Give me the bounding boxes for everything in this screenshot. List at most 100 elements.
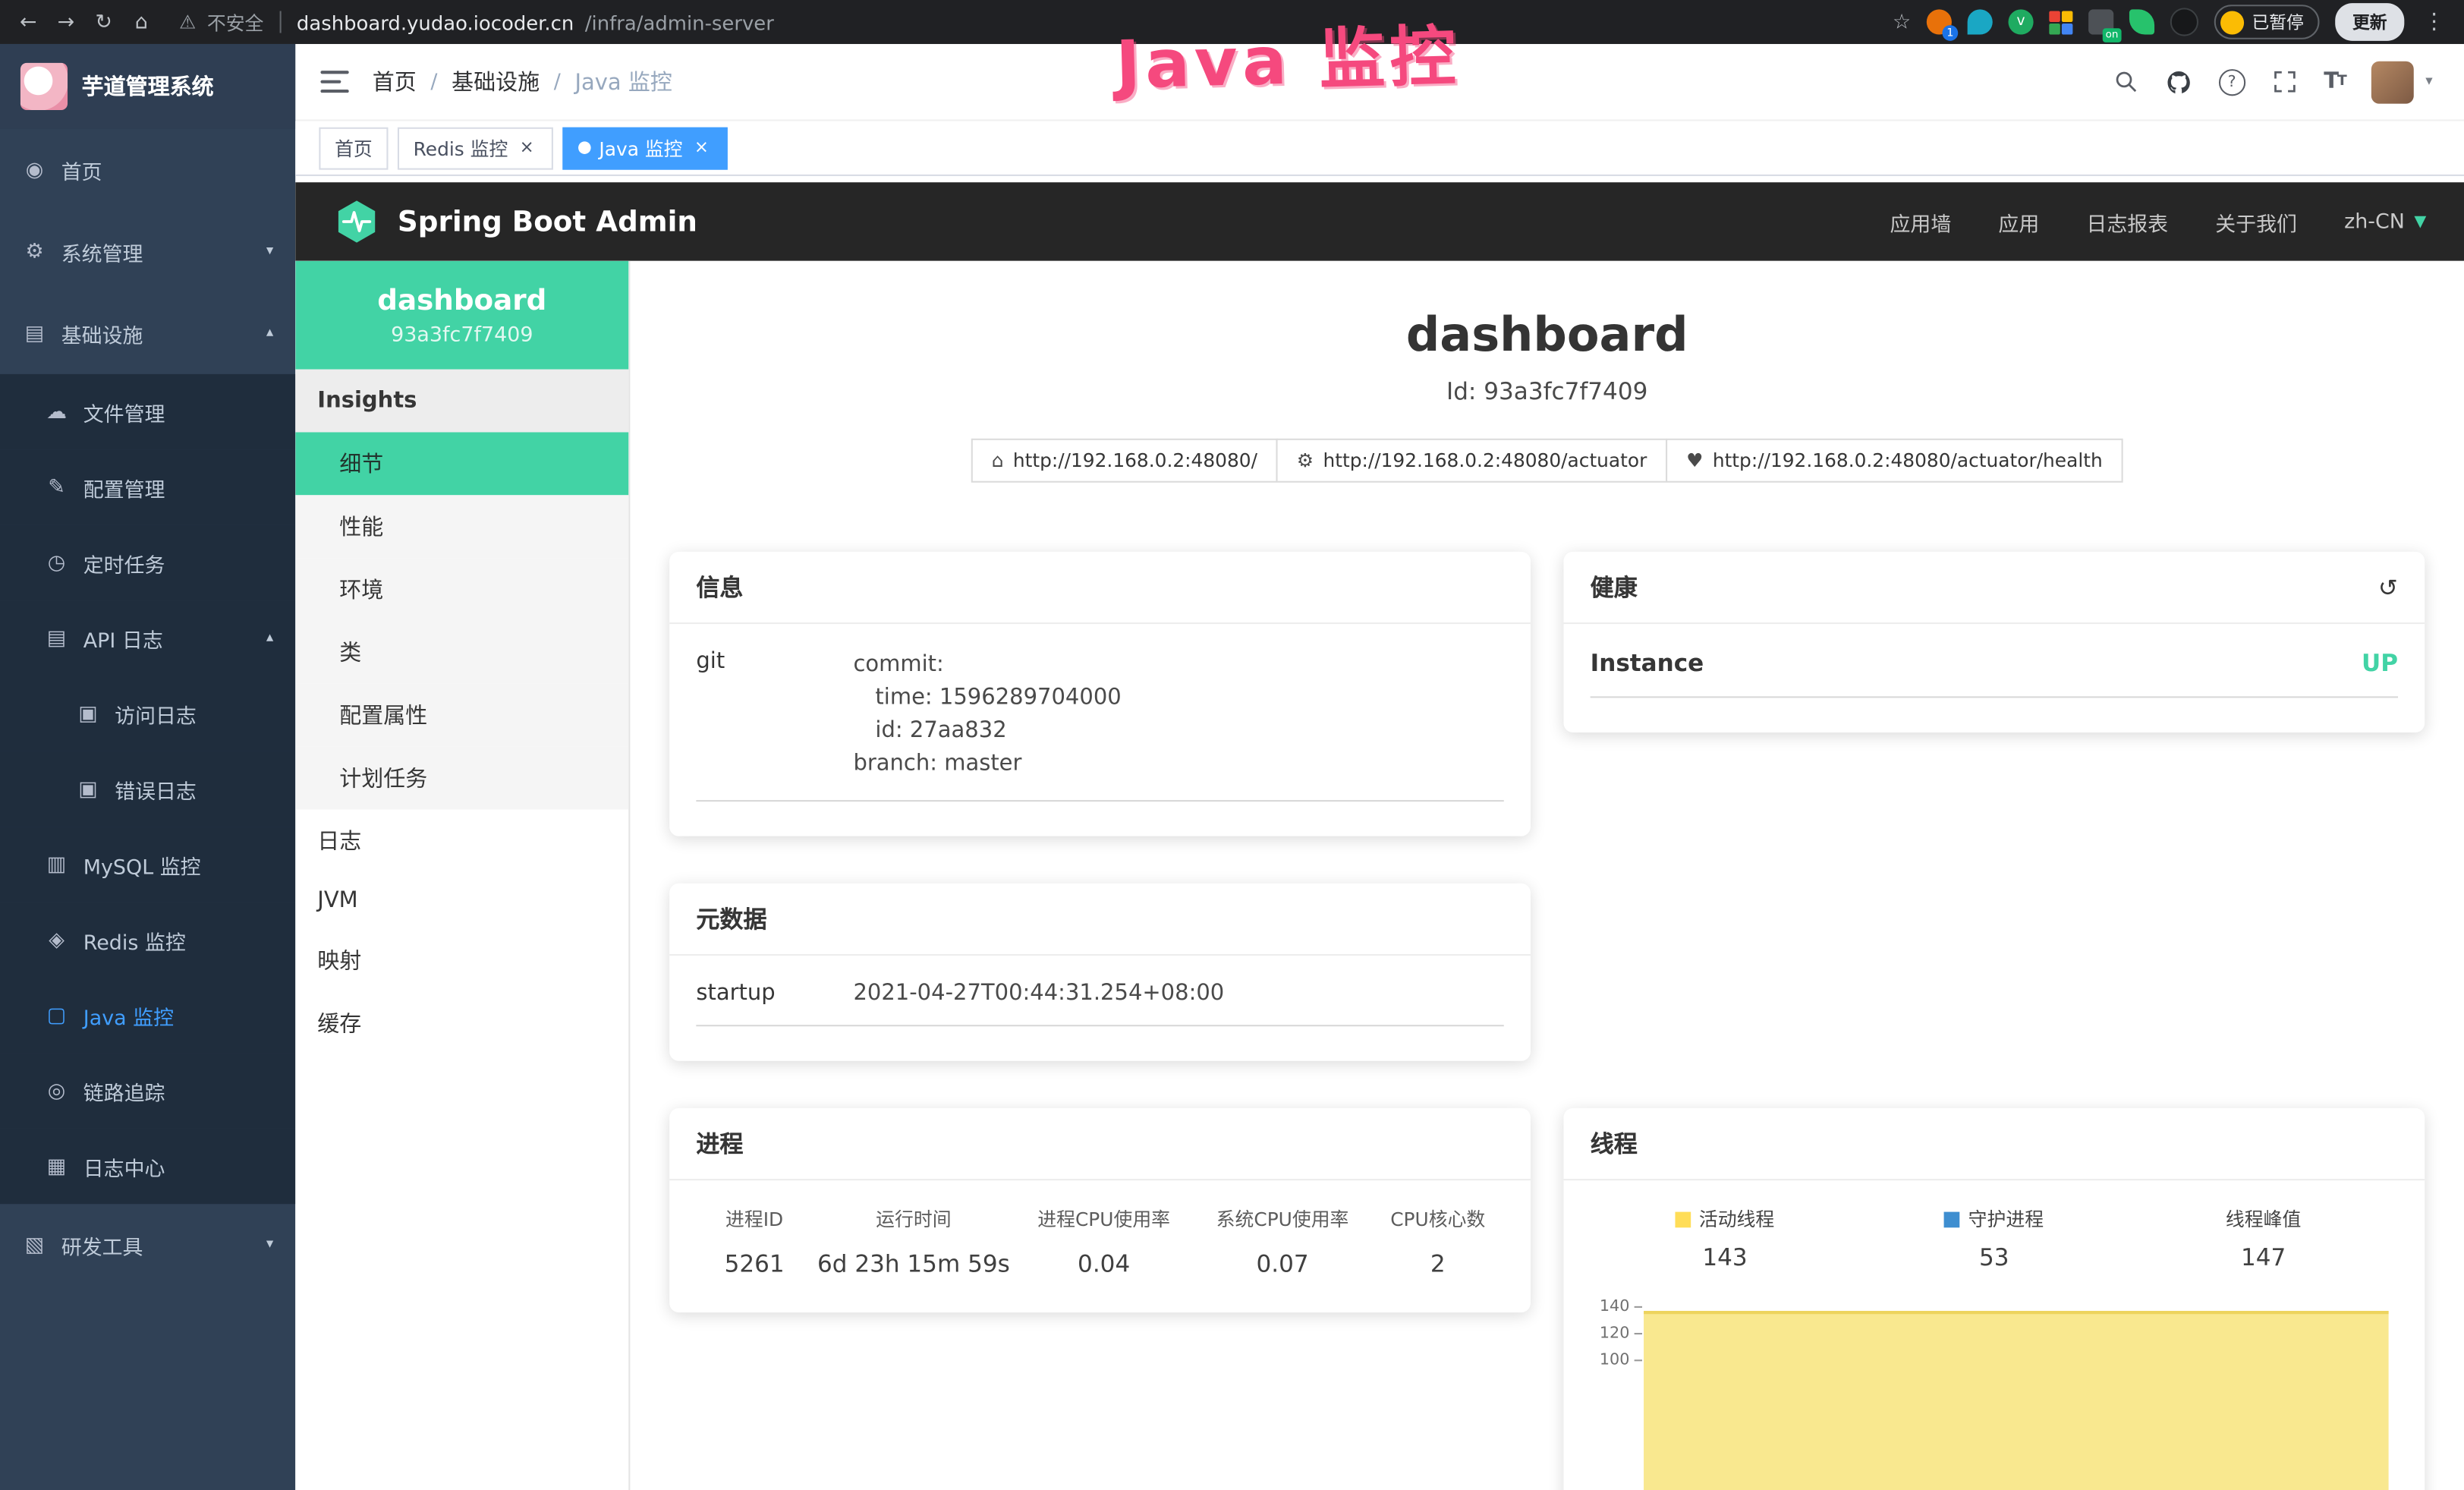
process-card-title: 进程	[669, 1108, 1531, 1180]
browser-menu-icon[interactable]: ⋮	[2420, 9, 2448, 34]
extension-icon-1[interactable]: 1	[1927, 9, 1952, 34]
extension-icon-4[interactable]: on	[2088, 9, 2113, 34]
sba-header: Spring Boot Admin 应用墙 应用 日志报表 关于我们 zh-CN…	[295, 182, 2464, 261]
sba-nav-config-props[interactable]: 配置属性	[295, 684, 628, 747]
sba-nav-details[interactable]: 细节	[295, 432, 628, 495]
bookmark-star-icon[interactable]: ☆	[1893, 10, 1911, 33]
paused-label: 已暂停	[2252, 9, 2303, 34]
extension-icon-3[interactable]: v	[2008, 9, 2033, 34]
fullscreen-icon[interactable]	[2272, 69, 2297, 94]
sba-nav-mappings[interactable]: 映射	[295, 929, 628, 992]
browser-toolbar-right: ☆ 1 v on 已暂停 更新 ⋮	[1893, 3, 2464, 41]
sba-nav-logs[interactable]: 日志	[295, 809, 628, 872]
git-commit-line: commit:	[853, 649, 1121, 682]
user-avatar[interactable]	[2372, 61, 2415, 103]
sidebar-item-system-management[interactable]: ⚙ 系统管理 ▾	[0, 210, 295, 292]
app-frame: 芋道管理系统 ◉ 首页 ⚙ 系统管理 ▾ ▤ 基础设施 ▴ ☁ 文件管理 ✎	[0, 44, 2464, 1490]
sidebar-item-config-management[interactable]: ✎ 配置管理	[0, 449, 295, 524]
sidebar-item-tracing[interactable]: ◎ 链路追踪	[0, 1053, 295, 1128]
history-icon[interactable]: ↺	[2378, 573, 2398, 601]
sidebar-item-mysql-monitor[interactable]: ▥ MySQL 监控	[0, 827, 295, 902]
sidebar-item-log-center[interactable]: ▦ 日志中心	[0, 1129, 295, 1204]
breadcrumb-section[interactable]: 基础设施	[452, 66, 540, 97]
actuator-url-link[interactable]: ⚙ http://192.168.0.2:48080/actuator	[1276, 439, 1667, 483]
sba-nav-applications[interactable]: 应用	[1998, 206, 2039, 236]
sidebar-item-error-logs[interactable]: ▣ 错误日志	[0, 751, 295, 827]
log-icon: ▤	[44, 626, 69, 650]
info-row-label: git	[696, 649, 853, 781]
sidebar-item-infrastructure[interactable]: ▤ 基础设施 ▴	[0, 292, 295, 374]
clock-icon: ◷	[44, 551, 69, 575]
app-logo-row[interactable]: 芋道管理系统	[0, 44, 295, 129]
sidebar-item-scheduled-tasks[interactable]: ◷ 定时任务	[0, 525, 295, 600]
url-domain: dashboard.yudao.iocoder.cn	[297, 10, 574, 33]
page-subtitle: Id: 93a3fc7f7409	[630, 377, 2464, 405]
sba-nav-scheduled-tasks[interactable]: 计划任务	[295, 747, 628, 810]
sba-sidebar: dashboard 93a3fc7f7409 Insights 细节 性能 环境…	[295, 261, 630, 1490]
sba-nav-jvm[interactable]: JVM	[295, 872, 628, 929]
reload-button[interactable]: ↻	[85, 10, 123, 33]
sidebar-item-api-logs[interactable]: ▤ API 日志 ▴	[0, 600, 295, 676]
breadcrumb-current: Java 监控	[574, 66, 672, 97]
peak-threads-value: 147	[2129, 1243, 2398, 1271]
sidebar-item-dev-tools[interactable]: ▧ 研发工具 ▾	[0, 1204, 295, 1286]
wrench-icon: ⚙	[1297, 449, 1314, 471]
browser-nav-buttons: ← → ↻ ⌂	[0, 10, 160, 33]
active-threads-area	[1644, 1311, 2389, 1490]
threads-chart: 140 120 100	[1591, 1300, 2398, 1490]
close-icon[interactable]: ×	[516, 137, 538, 159]
tab-home[interactable]: 首页	[319, 127, 388, 169]
sidebar-item-home[interactable]: ◉ 首页	[0, 129, 295, 211]
close-icon[interactable]: ×	[691, 137, 713, 159]
sidebar-item-java-monitor[interactable]: ▢ Java 监控	[0, 978, 295, 1053]
sidebar-item-access-logs[interactable]: ▣ 访问日志	[0, 676, 295, 751]
metadata-row-startup: startup 2021-04-27T00:44:31.254+08:00	[696, 981, 1503, 1026]
chevron-up-icon: ▴	[266, 630, 273, 646]
home-button[interactable]: ⌂	[123, 10, 161, 33]
sba-locale-select[interactable]: zh-CN ▼	[2344, 209, 2426, 233]
help-icon[interactable]: ?	[2218, 68, 2245, 95]
sba-nav-classes[interactable]: 类	[295, 621, 628, 684]
extension-icon-2[interactable]	[1968, 9, 1993, 34]
process-table: 进程ID 运行时间 进程CPU使用率 系统CPU使用率 CPU核心数 5261 …	[696, 1205, 1503, 1277]
extension-grid-icon[interactable]	[2049, 10, 2072, 33]
page-title: dashboard	[630, 308, 2464, 363]
search-icon[interactable]	[2113, 69, 2138, 94]
tab-java-monitor[interactable]: Java 监控 ×	[563, 127, 729, 169]
legend-peak-threads: 线程峰值 147	[2129, 1205, 2398, 1271]
instance-hero: dashboard Id: 93a3fc7f7409 ⌂ http://192.…	[630, 261, 2464, 483]
sba-instance-header[interactable]: dashboard 93a3fc7f7409	[295, 261, 628, 370]
cloud-icon: ☁	[44, 400, 69, 424]
chevron-down-icon: ▾	[266, 244, 273, 260]
chrome-update-button[interactable]: 更新	[2335, 3, 2404, 41]
navbar-actions: ? TT ▾	[2113, 61, 2464, 103]
profile-avatar-icon	[2220, 10, 2244, 33]
sba-nav-about[interactable]: 关于我们	[2215, 206, 2297, 236]
tab-redis-monitor[interactable]: Redis 监控 ×	[398, 127, 553, 169]
sba-nav-wall[interactable]: 应用墙	[1890, 206, 1951, 236]
sba-main: dashboard Id: 93a3fc7f7409 ⌂ http://192.…	[630, 261, 2464, 1490]
profile-paused-badge[interactable]: 已暂停	[2214, 5, 2320, 39]
sba-nav: 应用墙 应用 日志报表 关于我们 zh-CN ▼	[1890, 206, 2426, 236]
forward-button[interactable]: →	[47, 10, 85, 33]
status-badge: UP	[2362, 649, 2398, 677]
address-bar[interactable]: ⚠ 不安全 dashboard.yudao.iocoder.cn/infra/a…	[179, 8, 774, 35]
extension-leaf-icon[interactable]	[2129, 9, 2154, 34]
chevron-up-icon: ▴	[266, 326, 273, 342]
sidebar-item-redis-monitor[interactable]: ◈ Redis 监控	[0, 903, 295, 978]
extension-icon-5[interactable]	[2170, 8, 2198, 36]
sba-nav-performance[interactable]: 性能	[295, 495, 628, 558]
github-icon[interactable]	[2165, 68, 2192, 95]
health-url-link[interactable]: ♥ http://192.168.0.2:48080/actuator/heal…	[1666, 439, 2123, 483]
sba-nav-caches[interactable]: 缓存	[295, 992, 628, 1055]
breadcrumb-home[interactable]: 首页	[373, 66, 417, 97]
font-size-icon[interactable]: TT	[2324, 69, 2345, 94]
back-button[interactable]: ←	[9, 10, 47, 33]
threads-card: 线程 活动线程 143	[1563, 1108, 2425, 1490]
sba-nav-environment[interactable]: 环境	[295, 558, 628, 621]
sba-nav-journal[interactable]: 日志报表	[2086, 206, 2168, 236]
sidebar-item-file-management[interactable]: ☁ 文件管理	[0, 374, 295, 449]
active-tab-dot	[579, 141, 592, 154]
hamburger-icon[interactable]	[320, 71, 348, 93]
service-url-link[interactable]: ⌂ http://192.168.0.2:48080/	[971, 439, 1278, 483]
